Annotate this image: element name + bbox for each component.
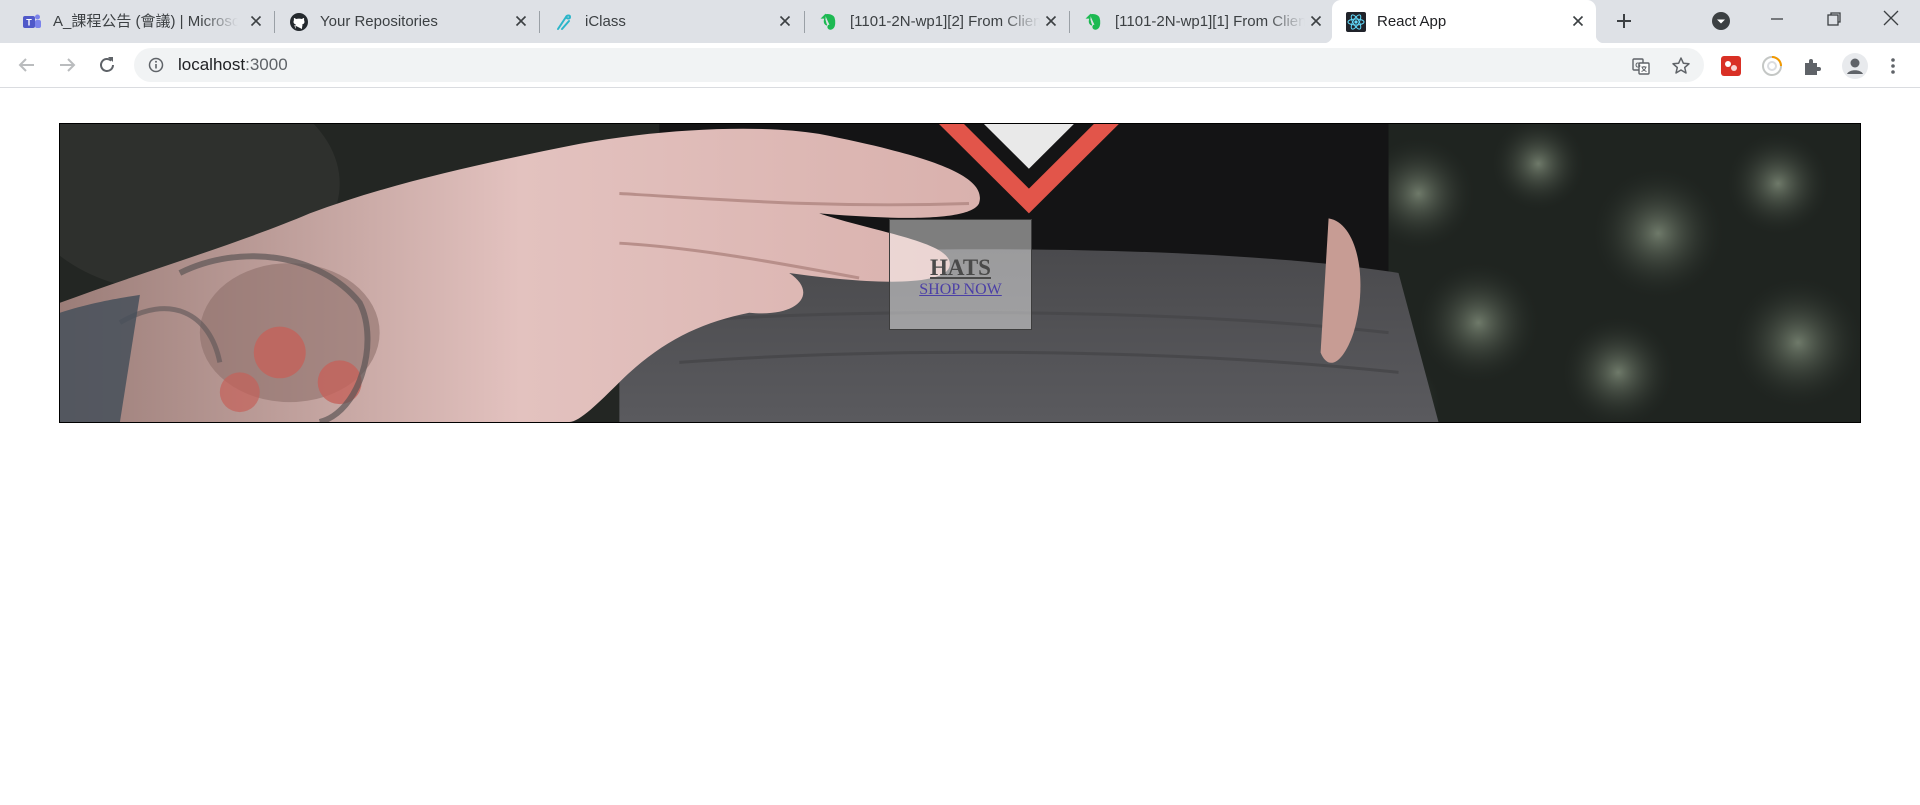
- site-info-icon[interactable]: [148, 57, 164, 73]
- menu-item-title: HATS: [930, 254, 991, 280]
- browser-toolbar: localhost:3000 G: [0, 43, 1920, 88]
- tab-react-app[interactable]: React App: [1324, 0, 1604, 43]
- tab-title: React App: [1377, 13, 1447, 30]
- translate-icon[interactable]: G: [1631, 56, 1651, 76]
- tab-title: [1101-2N-wp1][1] From Client: [1115, 13, 1305, 30]
- menu-item-hats[interactable]: HATS SHOP NOW: [59, 123, 1861, 423]
- close-icon[interactable]: [513, 13, 529, 29]
- close-icon[interactable]: [248, 13, 264, 29]
- minimize-icon[interactable]: [1765, 7, 1789, 31]
- tab-title: Your Repositories: [320, 13, 438, 30]
- tab-title: [1101-2N-wp1][2] From Client: [850, 13, 1040, 30]
- menu-item-content[interactable]: HATS SHOP NOW: [889, 219, 1032, 330]
- close-icon[interactable]: [1043, 13, 1059, 29]
- close-icon[interactable]: [1570, 13, 1586, 29]
- new-tab-plus-icon[interactable]: [1612, 9, 1636, 33]
- tab-evernote-1[interactable]: [1101-2N-wp1][1] From Client: [1070, 0, 1334, 43]
- bookmark-star-icon[interactable]: [1671, 56, 1691, 76]
- close-icon[interactable]: [777, 13, 793, 29]
- tab-strip: T A_課程公告 (會議) | Microsoft Teams Your Rep…: [0, 0, 1920, 43]
- iclass-icon: [557, 14, 572, 30]
- react-icon: [1346, 12, 1366, 32]
- url-text: localhost:3000: [178, 55, 288, 75]
- restore-icon[interactable]: [1822, 7, 1846, 31]
- url-port: :3000: [245, 55, 288, 74]
- url-host: localhost: [178, 55, 246, 74]
- tab-title: A_課程公告 (會議) | Microsoft Teams: [53, 13, 238, 30]
- tab-iclass[interactable]: iClass: [540, 0, 804, 43]
- address-bar[interactable]: localhost:3000 G: [134, 48, 1704, 82]
- profile-avatar-icon[interactable]: [1842, 53, 1868, 79]
- tab-search-chevron-icon[interactable]: [1709, 9, 1733, 33]
- page-body: HATS SHOP NOW: [0, 89, 1920, 805]
- svg-text:G: G: [1635, 63, 1641, 70]
- back-arrow-icon[interactable]: [15, 53, 39, 77]
- window-close-icon[interactable]: [1879, 6, 1903, 30]
- evernote-icon: [1085, 13, 1101, 30]
- menu-kebab-icon[interactable]: [1882, 55, 1904, 77]
- extension-red-icon[interactable]: [1720, 55, 1742, 77]
- github-icon: [290, 13, 308, 31]
- reload-icon[interactable]: [95, 53, 119, 77]
- tab-teams[interactable]: T A_課程公告 (會議) | Microsoft Teams: [0, 0, 274, 43]
- close-icon[interactable]: [1308, 13, 1324, 29]
- evernote-icon: [820, 13, 836, 30]
- extension-circle-icon[interactable]: [1761, 55, 1783, 77]
- tab-evernote-2[interactable]: [1101-2N-wp1][2] From Client: [805, 0, 1069, 43]
- shop-now-link[interactable]: SHOP NOW: [919, 281, 1002, 299]
- teams-icon: T: [23, 14, 41, 28]
- tab-title: iClass: [585, 13, 626, 30]
- forward-arrow-icon[interactable]: [55, 53, 79, 77]
- svg-text:T: T: [26, 18, 32, 28]
- tab-github[interactable]: Your Repositories: [275, 0, 539, 43]
- extensions-puzzle-icon[interactable]: [1801, 55, 1823, 77]
